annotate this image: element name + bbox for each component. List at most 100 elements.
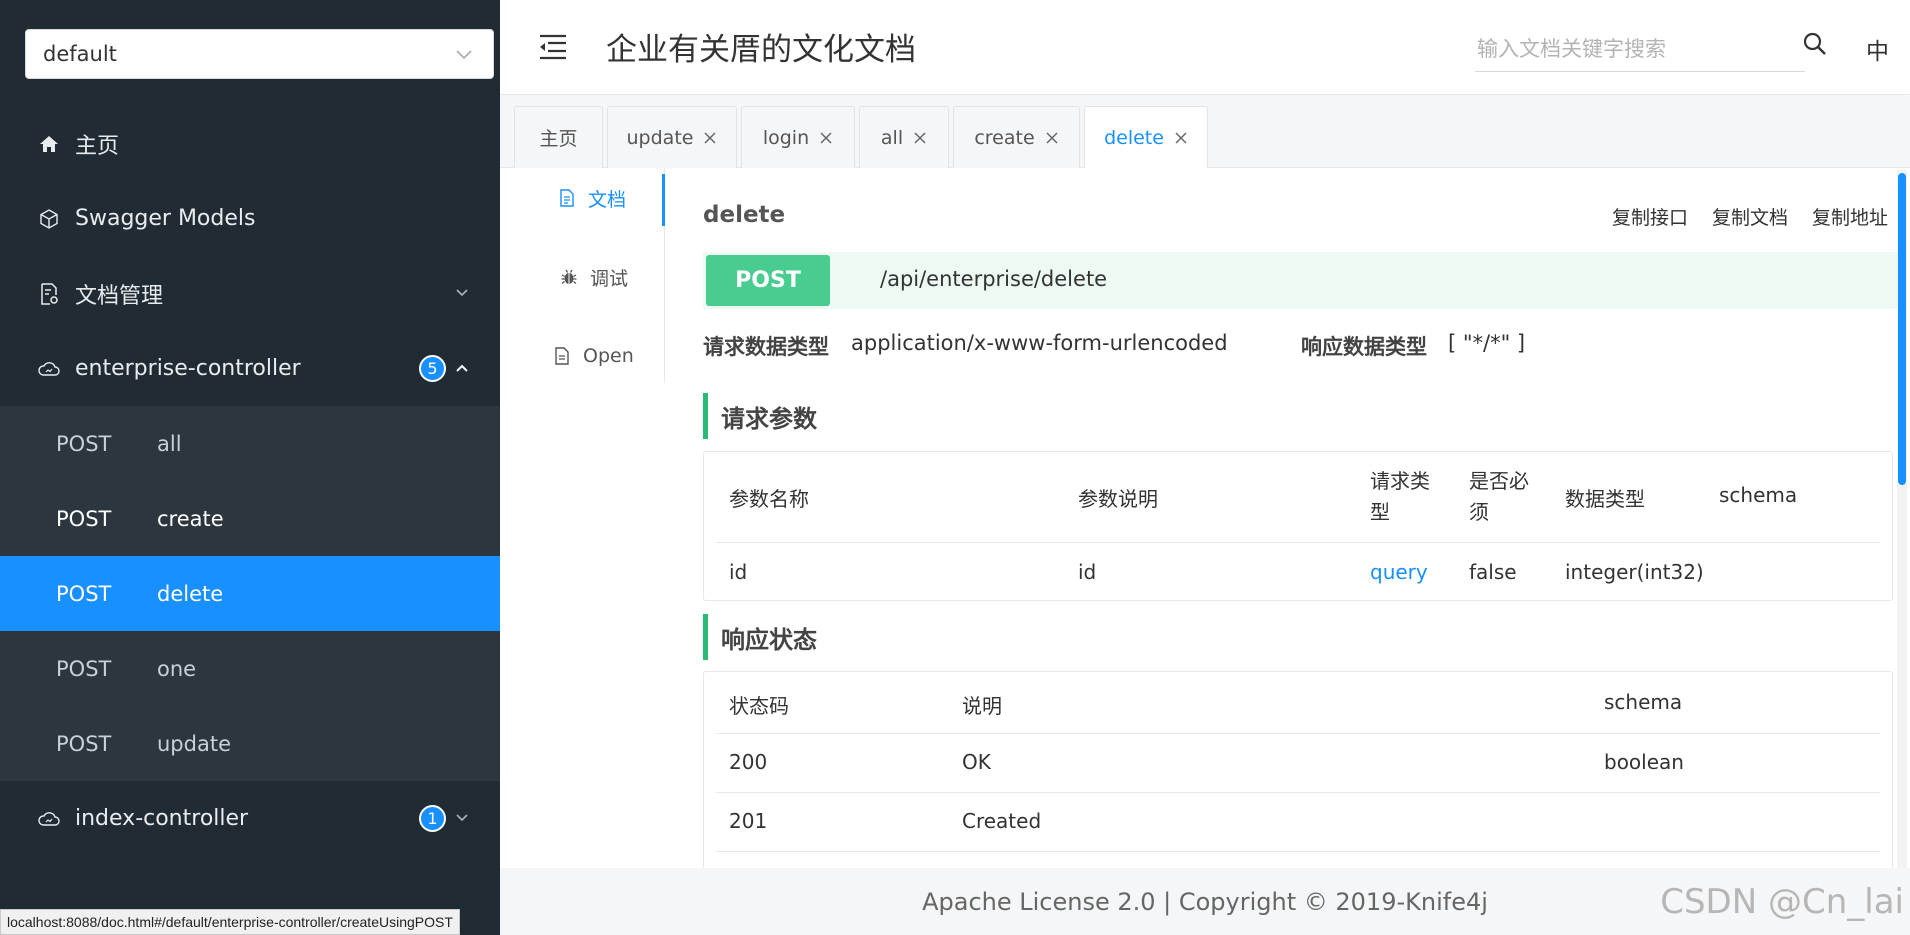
param-req-type: query xyxy=(1370,560,1428,584)
api-path: /api/enterprise/delete xyxy=(880,267,1108,291)
api-item-one[interactable]: POST one xyxy=(0,631,500,706)
header-param-name: 参数名称 xyxy=(729,487,809,511)
close-icon[interactable] xyxy=(819,131,833,145)
close-icon[interactable] xyxy=(913,131,927,145)
tab-all[interactable]: all xyxy=(859,106,949,168)
sidebar-item-index-controller[interactable]: index-controller 1 xyxy=(0,781,500,856)
api-path-row: POST /api/enterprise/delete xyxy=(703,252,1898,309)
api-method: POST xyxy=(56,731,112,756)
tab-update[interactable]: update xyxy=(607,106,737,168)
sidebar-item-label: Swagger Models xyxy=(75,206,256,231)
api-item-all[interactable]: POST all xyxy=(0,406,500,481)
api-item-delete[interactable]: POST delete xyxy=(0,556,500,631)
header-status-desc: 说明 xyxy=(962,694,1002,718)
response-status-title: 响应状态 xyxy=(703,614,817,660)
enterprise-submenu: POST all POST create POST delete POST on… xyxy=(0,406,500,781)
header-status-code: 状态码 xyxy=(729,694,789,718)
group-select[interactable]: default xyxy=(25,29,494,79)
param-required: false xyxy=(1469,560,1517,584)
search-input[interactable] xyxy=(1475,26,1805,72)
header-data-type: 数据类型 xyxy=(1565,487,1645,511)
method-badge: POST xyxy=(706,255,830,306)
table-row: id id query false integer(int32) xyxy=(716,543,1880,601)
tab-login[interactable]: login xyxy=(741,106,855,168)
tab-label: login xyxy=(762,126,810,149)
request-params-title: 请求参数 xyxy=(703,393,817,439)
sidebar-item-home[interactable]: 主页 xyxy=(0,106,500,181)
copy-address-link[interactable]: 复制地址 xyxy=(1812,203,1888,230)
header: 企业有关厝的文化文档 中 xyxy=(500,0,1910,95)
close-icon[interactable] xyxy=(1174,131,1188,145)
content-area: 文档 调试 Open delete 复制接口 复制文档 复制地址 POST /a… xyxy=(500,168,1910,868)
tab-create[interactable]: create xyxy=(953,106,1080,168)
cloud-icon xyxy=(37,357,61,381)
api-method: POST xyxy=(56,581,112,606)
copy-doc-link[interactable]: 复制文档 xyxy=(1712,203,1788,230)
header-req-type-line2: 型 xyxy=(1370,500,1390,524)
api-name: update xyxy=(157,731,231,756)
sidebar: default 主页 Swagger Models 文档管理 enterpris… xyxy=(0,0,500,935)
header-schema: schema xyxy=(1719,483,1798,507)
header-required-line2: 须 xyxy=(1469,500,1489,524)
sidebar-item-label: enterprise-controller xyxy=(75,356,301,381)
copy-api-link[interactable]: 复制接口 xyxy=(1612,203,1688,230)
api-method: POST xyxy=(56,506,112,531)
tab-label: 主页 xyxy=(539,128,578,150)
api-item-update[interactable]: POST update xyxy=(0,706,500,781)
request-type-value: application/x-www-form-urlencoded xyxy=(851,331,1228,355)
menu-fold-icon[interactable] xyxy=(538,33,568,61)
param-name: id xyxy=(729,560,748,584)
header-param-desc: 参数说明 xyxy=(1078,487,1158,511)
header-status-schema: schema xyxy=(1604,690,1683,714)
table-row: 200 OK boolean xyxy=(716,734,1880,793)
status-code: 200 xyxy=(729,750,768,774)
close-icon[interactable] xyxy=(703,131,717,145)
language-switch[interactable]: 中 xyxy=(1866,32,1889,66)
search-icon[interactable] xyxy=(1802,31,1828,57)
sidebar-item-label: 主页 xyxy=(75,133,120,159)
table-row: 201 Created xyxy=(716,793,1880,852)
side-tab-label: Open xyxy=(583,345,634,367)
count-badge: 1 xyxy=(419,805,446,832)
api-name: one xyxy=(157,656,197,681)
header-req-type: 请求类 型 xyxy=(1370,466,1430,528)
header-required: 是否必 须 xyxy=(1469,466,1529,528)
chevron-down-icon xyxy=(456,814,468,822)
response-type-label: 响应数据类型 xyxy=(1301,335,1427,359)
request-type-label: 请求数据类型 xyxy=(703,335,829,359)
tab-delete[interactable]: delete xyxy=(1084,106,1208,169)
active-tab-indicator xyxy=(662,174,665,226)
sidebar-item-label: index-controller xyxy=(75,806,249,831)
bug-icon xyxy=(561,269,577,285)
side-tab-debug[interactable]: 调试 xyxy=(560,257,628,297)
close-icon[interactable] xyxy=(1045,131,1059,145)
sidebar-item-enterprise-controller[interactable]: enterprise-controller 5 xyxy=(0,331,500,406)
api-method: POST xyxy=(56,431,112,456)
sidebar-item-doc-manage[interactable]: 文档管理 xyxy=(0,256,500,331)
tab-label: all xyxy=(880,126,904,149)
file-icon xyxy=(555,347,569,365)
status-schema: boolean xyxy=(1604,750,1684,774)
header-req-type-line1: 请求类 xyxy=(1370,469,1430,493)
tab-label: create xyxy=(974,126,1035,149)
chevron-down-icon xyxy=(456,289,468,297)
api-title: delete xyxy=(703,202,786,228)
api-item-create[interactable]: POST create xyxy=(0,481,500,556)
sidebar-item-swagger-models[interactable]: Swagger Models xyxy=(0,181,500,256)
api-name: create xyxy=(157,506,224,531)
header-required-line1: 是否必 xyxy=(1469,469,1529,493)
side-tab-open[interactable]: Open xyxy=(553,336,634,376)
tab-home[interactable]: 主页 xyxy=(514,106,603,168)
status-desc: Created xyxy=(962,809,1042,833)
document-settings-icon xyxy=(37,282,61,306)
param-data-type: integer(int32) xyxy=(1565,560,1704,584)
scrollbar-thumb[interactable] xyxy=(1898,173,1906,485)
api-method: POST xyxy=(56,656,112,681)
side-tab-doc[interactable]: 文档 xyxy=(558,178,626,218)
cube-icon xyxy=(37,207,61,231)
group-select-value: default xyxy=(43,42,117,66)
count-badge: 5 xyxy=(419,355,446,382)
status-code: 201 xyxy=(729,809,768,833)
tab-bar: 主页 update login all create delete xyxy=(500,96,1910,169)
response-type-value: [ "*/*" ] xyxy=(1448,331,1526,355)
